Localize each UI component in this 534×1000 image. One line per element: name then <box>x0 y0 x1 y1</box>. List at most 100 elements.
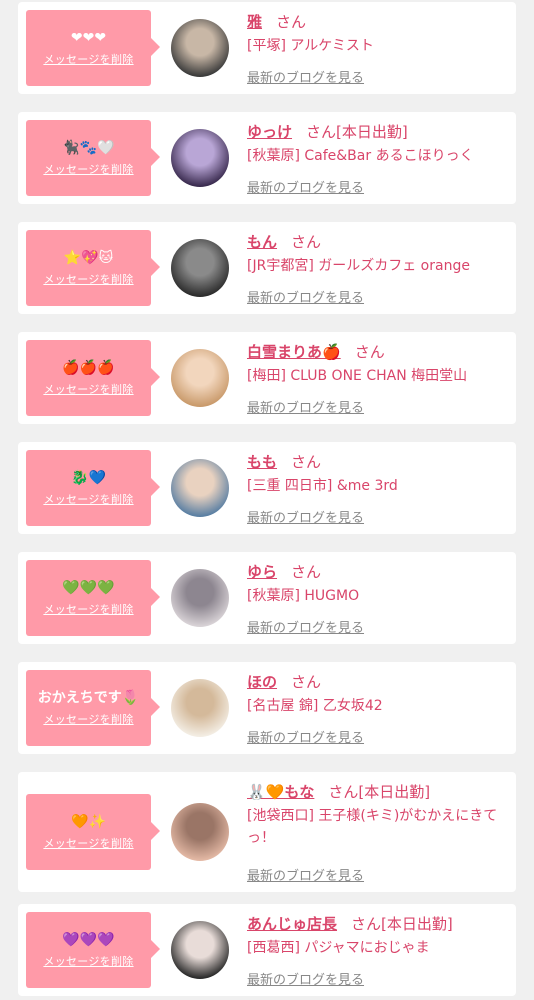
cast-info: ゆら さん [秋葉原] HUGMO <box>247 562 502 607</box>
message-text: 🐉💙 <box>71 470 106 486</box>
message-card: ❤❤❤ メッセージを削除 雅さん [平塚] アルケミスト 最新のブログを見る <box>18 2 516 94</box>
message-bubble: ❤❤❤ メッセージを削除 <box>26 10 160 86</box>
latest-blog-link[interactable]: 最新のブログを見る <box>247 180 364 198</box>
honorific: さん <box>291 233 322 251</box>
cast-name-link[interactable]: 雅 <box>247 13 262 31</box>
cast-info: あんじゅ店長 さん[本日出勤] [西葛西] パジャマにおじゃま <box>247 914 502 959</box>
message-text: 🍎🍎🍎 <box>62 360 115 376</box>
message-card: 🐉💙 メッセージを削除 もも さん [三重 四日市] &me 3rd 最新のブログを見る <box>18 442 516 534</box>
avatar[interactable] <box>171 239 229 297</box>
cast-info: もん さん [JR宇都宮] ガールズカフェ orange <box>247 232 502 277</box>
cast-info: ほの さん [名古屋 錦] 乙女坂42 <box>247 672 502 717</box>
cast-name-link[interactable]: あんじゅ店長 <box>247 915 337 933</box>
message-bubble: 💚💚💚 メッセージを削除 <box>26 560 160 636</box>
honorific: さん <box>354 343 385 361</box>
honorific: さん <box>276 13 307 31</box>
honorific: さん <box>291 673 322 691</box>
name-line: ゆら さん <box>247 562 502 582</box>
latest-blog-link[interactable]: 最新のブログを見る <box>247 400 364 418</box>
message-text: おかえちです🌷 <box>37 690 140 706</box>
avatar[interactable] <box>171 921 229 979</box>
cast-name-link[interactable]: ゆっけ <box>247 123 292 141</box>
message-bubble: ⭐💖🐱 メッセージを削除 <box>26 230 160 306</box>
message-text: 💜💜💜 <box>62 932 115 948</box>
cast-name-link[interactable]: もん <box>247 233 277 251</box>
message-card: 🐈‍⬛🐾🤍 メッセージを削除 ゆっけ さん[本日出勤] [秋葉原] Cafe&Bar あ… <box>18 112 516 204</box>
message-card: 💜💜💜 メッセージを削除 あんじゅ店長 さん[本日出勤] [西葛西] パジャマにおじゃま… <box>18 904 516 996</box>
cast-info: ゆっけ さん[本日出勤] [秋葉原] Cafe&Bar あるこほりっく <box>247 122 502 167</box>
message-bubble: 🐉💙 メッセージを削除 <box>26 450 160 526</box>
status-badge: [本日出勤] <box>381 915 453 933</box>
latest-blog-link[interactable]: 最新のブログを見る <box>247 70 364 88</box>
cast-name-link[interactable]: もも <box>247 453 277 471</box>
cast-info: 🐰🧡もな さん[本日出勤] [池袋西口] 王子様(キミ)がむかえにきてっ！ <box>247 782 502 849</box>
delete-message-link[interactable]: メッセージを削除 <box>43 381 133 397</box>
honorific: さん <box>328 783 359 801</box>
honorific: さん <box>291 563 322 581</box>
avatar[interactable] <box>171 349 229 407</box>
message-list: ❤❤❤ メッセージを削除 雅さん [平塚] アルケミスト 最新のブログを見る 🐈‍⬛🐾🤍 メ… <box>0 0 534 1000</box>
cast-name-link[interactable]: 白雪まりあ🍎 <box>247 343 341 361</box>
delete-message-link[interactable]: メッセージを削除 <box>43 161 133 177</box>
status-badge: [本日出勤] <box>336 123 408 141</box>
message-card: おかえちです🌷 メッセージを削除 ほの さん [名古屋 錦] 乙女坂42 最新のブログを見… <box>18 662 516 754</box>
avatar[interactable] <box>171 569 229 627</box>
message-text: 🧡✨ <box>71 814 106 830</box>
avatar[interactable] <box>171 679 229 737</box>
latest-blog-link[interactable]: 最新のブログを見る <box>247 868 364 886</box>
message-card: 🍎🍎🍎 メッセージを削除 白雪まりあ🍎 さん [梅田] CLUB ONE CHAN 梅田… <box>18 332 516 424</box>
shop-name: [池袋西口] 王子様(キミ)がむかえにきてっ！ <box>247 808 498 846</box>
delete-message-link[interactable]: メッセージを削除 <box>43 835 133 851</box>
avatar[interactable] <box>171 459 229 517</box>
avatar[interactable] <box>171 19 229 77</box>
name-line: もん さん <box>247 232 502 252</box>
avatar[interactable] <box>171 129 229 187</box>
cast-info: 雅さん [平塚] アルケミスト <box>247 12 502 57</box>
name-line: 🐰🧡もな さん[本日出勤] <box>247 782 502 802</box>
message-bubble: 🧡✨ メッセージを削除 <box>26 794 160 870</box>
name-line: 雅さん <box>247 12 502 32</box>
message-card: ⭐💖🐱 メッセージを削除 もん さん [JR宇都宮] ガールズカフェ orange 最新の… <box>18 222 516 314</box>
delete-message-link[interactable]: メッセージを削除 <box>43 601 133 617</box>
name-line: 白雪まりあ🍎 さん <box>247 342 502 362</box>
message-text: ❤❤❤ <box>70 30 107 46</box>
honorific: さん <box>306 123 337 141</box>
cast-name-link[interactable]: 🐰🧡もな <box>247 783 314 801</box>
shop-name: [JR宇都宮] ガールズカフェ orange <box>247 258 470 274</box>
cast-name-link[interactable]: ほの <box>247 673 277 691</box>
latest-blog-link[interactable]: 最新のブログを見る <box>247 510 364 528</box>
shop-name: [梅田] CLUB ONE CHAN 梅田堂山 <box>247 368 468 384</box>
shop-name: [平塚] アルケミスト <box>247 38 374 54</box>
name-line: あんじゅ店長 さん[本日出勤] <box>247 914 502 934</box>
message-card: 🧡✨ メッセージを削除 🐰🧡もな さん[本日出勤] [池袋西口] 王子様(キミ)がむかえ… <box>18 772 516 892</box>
name-line: ほの さん <box>247 672 502 692</box>
delete-message-link[interactable]: メッセージを削除 <box>43 711 133 727</box>
message-text: ⭐💖🐱 <box>63 250 114 266</box>
honorific: さん <box>291 453 322 471</box>
shop-name: [秋葉原] Cafe&Bar あるこほりっく <box>247 148 474 164</box>
cast-info: 白雪まりあ🍎 さん [梅田] CLUB ONE CHAN 梅田堂山 <box>247 342 502 387</box>
shop-name: [名古屋 錦] 乙女坂42 <box>247 698 383 714</box>
shop-name: [三重 四日市] &me 3rd <box>247 478 398 494</box>
latest-blog-link[interactable]: 最新のブログを見る <box>247 290 364 308</box>
name-line: もも さん <box>247 452 502 472</box>
shop-name: [秋葉原] HUGMO <box>247 588 360 604</box>
delete-message-link[interactable]: メッセージを削除 <box>43 491 133 507</box>
cast-name-link[interactable]: ゆら <box>247 563 277 581</box>
latest-blog-link[interactable]: 最新のブログを見る <box>247 730 364 748</box>
cast-info: もも さん [三重 四日市] &me 3rd <box>247 452 502 497</box>
avatar[interactable] <box>171 803 229 861</box>
message-text: 🐈‍⬛🐾🤍 <box>62 140 115 156</box>
delete-message-link[interactable]: メッセージを削除 <box>43 271 133 287</box>
latest-blog-link[interactable]: 最新のブログを見る <box>247 972 364 990</box>
delete-message-link[interactable]: メッセージを削除 <box>43 51 133 67</box>
message-bubble: 🐈‍⬛🐾🤍 メッセージを削除 <box>26 120 160 196</box>
message-bubble: 🍎🍎🍎 メッセージを削除 <box>26 340 160 416</box>
message-bubble: 💜💜💜 メッセージを削除 <box>26 912 160 988</box>
name-line: ゆっけ さん[本日出勤] <box>247 122 502 142</box>
latest-blog-link[interactable]: 最新のブログを見る <box>247 620 364 638</box>
message-card: 💚💚💚 メッセージを削除 ゆら さん [秋葉原] HUGMO 最新のブログを見る <box>18 552 516 644</box>
status-badge: [本日出勤] <box>358 783 431 801</box>
delete-message-link[interactable]: メッセージを削除 <box>43 953 133 969</box>
message-text: 💚💚💚 <box>62 580 115 596</box>
